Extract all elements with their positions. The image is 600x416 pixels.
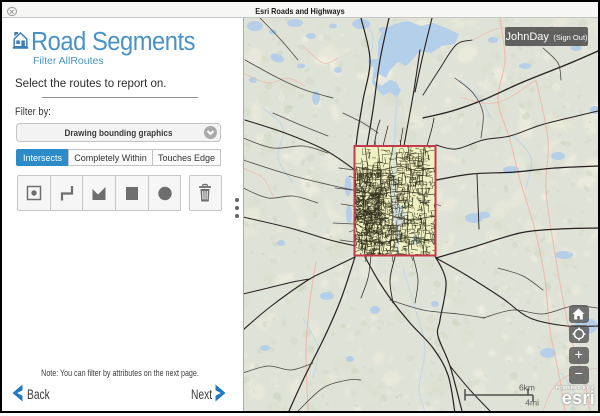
svg-text:6km: 6km — [519, 383, 535, 393]
svg-text:4mi: 4mi — [525, 398, 539, 408]
